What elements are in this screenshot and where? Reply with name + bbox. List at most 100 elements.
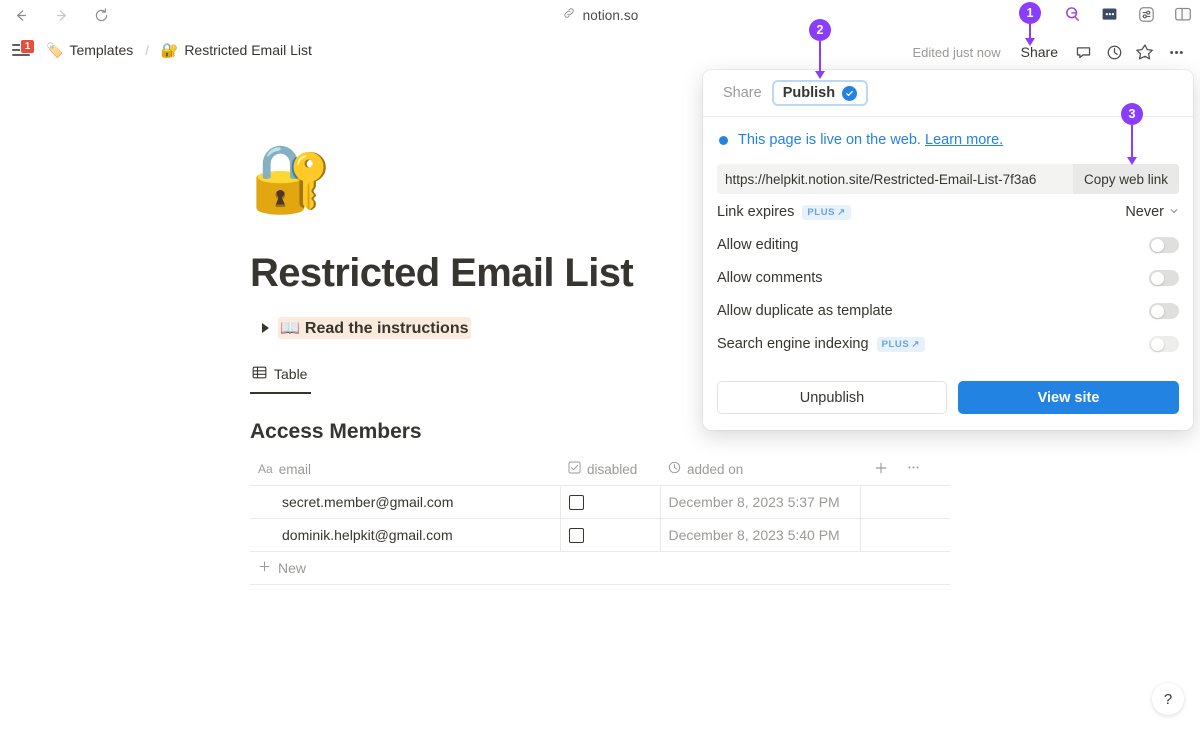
setting-allow-comments[interactable]: Allow comments — [717, 263, 1179, 293]
sidebar-toggle-icon[interactable]: 1 — [12, 39, 35, 60]
unpublish-button[interactable]: Unpublish — [717, 381, 947, 414]
checkbox-type-icon — [568, 461, 581, 477]
breadcrumb-separator: / — [145, 42, 149, 58]
external-link-arrow-icon: ↗ — [911, 338, 920, 350]
toggle-allow-editing[interactable] — [1149, 237, 1179, 253]
history-clock-icon[interactable] — [1100, 38, 1128, 66]
column-header-added-on[interactable]: added on — [660, 454, 860, 486]
favorite-star-icon[interactable] — [1131, 38, 1159, 66]
publish-status-row: This page is live on the web. Learn more… — [719, 132, 1179, 148]
tag-emoji-icon: 🏷️ — [46, 42, 64, 58]
setting-text-link-expires: Link expires — [717, 204, 795, 220]
cell-email[interactable]: secret.member@gmail.com — [250, 485, 561, 519]
annotation-number-2: 2 — [809, 19, 831, 41]
checkbox-unchecked-icon[interactable] — [568, 494, 584, 510]
cell-added-on[interactable]: December 8, 2023 5:40 PM — [660, 518, 861, 552]
toggle-knob — [1150, 238, 1164, 252]
new-row-button[interactable]: New — [250, 552, 950, 585]
cell-empty — [860, 518, 950, 552]
grammarly-extension-icon[interactable] — [1061, 3, 1083, 25]
sidebar-notification-badge: 1 — [20, 39, 35, 54]
column-label-added-on: added on — [687, 461, 744, 477]
site-url-input[interactable] — [717, 164, 1073, 194]
annotation-1: 1 — [1019, 2, 1041, 46]
view-site-button[interactable]: View site — [958, 381, 1179, 414]
copy-web-link-button[interactable]: Copy web link — [1072, 164, 1179, 194]
table-row[interactable]: secret.member@gmail.com December 8, 2023… — [250, 485, 950, 519]
plus-badge-label: PLUS — [807, 206, 836, 218]
setting-allow-editing[interactable]: Allow editing — [717, 230, 1179, 260]
publish-tab-label: Publish — [782, 85, 836, 101]
setting-search-engine-indexing[interactable]: Search engine indexing PLUS ↗ — [717, 329, 1179, 359]
cell-disabled[interactable] — [560, 518, 661, 552]
learn-more-link[interactable]: Learn more. — [925, 132, 1003, 148]
breadcrumb: 1 🏷️ Templates / 🔐 Restricted Email List — [12, 39, 316, 60]
cell-email[interactable]: dominik.helpkit@gmail.com — [250, 518, 561, 552]
date-type-icon — [668, 461, 681, 477]
annotation-number-3: 3 — [1121, 103, 1143, 125]
sidebar-panel-icon[interactable] — [1172, 3, 1194, 25]
share-publish-popover: Share Publish This page is live on the w… — [703, 70, 1193, 430]
breadcrumb-label-templates: Templates — [69, 42, 134, 58]
annotation-arrow-down-icon — [809, 41, 831, 79]
setting-label-search-indexing: Search engine indexing PLUS ↗ — [717, 336, 925, 352]
column-header-disabled[interactable]: disabled — [560, 454, 660, 486]
toggle-allow-duplicate[interactable] — [1149, 303, 1179, 319]
dots-extension-icon[interactable] — [1098, 3, 1120, 25]
share-tab[interactable]: Share — [717, 81, 768, 105]
live-status-dot-icon — [719, 135, 728, 145]
cell-added-on[interactable]: December 8, 2023 5:37 PM — [660, 485, 861, 519]
lock-emoji-icon: 🔐 — [160, 42, 179, 58]
breadcrumb-item-templates[interactable]: 🏷️ Templates — [42, 40, 137, 60]
topbar-actions: Edited just now Share — [912, 38, 1190, 66]
setting-label-link-expires: Link expires PLUS ↗ — [717, 204, 851, 220]
cell-empty — [860, 485, 950, 519]
breadcrumb-label-current-page: Restricted Email List — [184, 42, 312, 58]
more-options-icon[interactable] — [1162, 38, 1190, 66]
url-text: notion.so — [582, 7, 639, 23]
toggle-knob — [1150, 271, 1164, 285]
access-members-table: Aa email disabled added on secret.member… — [250, 454, 950, 552]
plus-icon[interactable] — [874, 461, 888, 478]
toggle-search-indexing[interactable] — [1149, 336, 1179, 352]
edited-status: Edited just now — [912, 44, 1001, 60]
toggle-allow-comments[interactable] — [1149, 270, 1179, 286]
annotation-arrow-down-icon — [1019, 24, 1041, 46]
external-link-arrow-icon: ↗ — [837, 206, 846, 218]
browser-extension-icons — [1061, 3, 1194, 25]
popover-tabs: Share Publish — [703, 70, 1193, 117]
setting-allow-duplicate-as-template[interactable]: Allow duplicate as template — [717, 296, 1179, 326]
checkbox-unchecked-icon[interactable] — [568, 527, 584, 543]
tab-table-label: Table — [274, 366, 308, 382]
setting-link-expires[interactable]: Link expires PLUS ↗ Never — [717, 197, 1179, 227]
popover-body: This page is live on the web. Learn more… — [703, 117, 1193, 371]
tab-table[interactable]: Table — [250, 361, 312, 394]
link-expires-select[interactable]: Never — [1125, 204, 1179, 220]
column-label-disabled: disabled — [587, 461, 638, 477]
publish-tab[interactable]: Publish — [771, 80, 869, 106]
table-icon — [252, 365, 267, 383]
more-options-icon[interactable] — [906, 460, 921, 478]
comment-icon[interactable] — [1069, 38, 1097, 66]
column-header-email[interactable]: Aa email — [250, 454, 560, 486]
settings-extension-icon[interactable] — [1135, 3, 1157, 25]
check-circle-icon — [842, 85, 858, 101]
plus-badge[interactable]: PLUS ↗ — [802, 204, 851, 220]
setting-label-allow-comments: Allow comments — [717, 270, 823, 286]
table-row[interactable]: dominik.helpkit@gmail.com December 8, 20… — [250, 518, 950, 552]
annotation-number-1: 1 — [1019, 2, 1041, 24]
breadcrumb-item-current-page[interactable]: 🔐 Restricted Email List — [157, 40, 316, 60]
popover-footer: Unpublish View site — [703, 371, 1193, 430]
help-button[interactable]: ? — [1152, 683, 1184, 715]
plus-badge-label: PLUS — [881, 338, 910, 350]
cell-disabled[interactable] — [560, 485, 661, 519]
site-url-row: Copy web link — [717, 164, 1179, 194]
table-header-actions — [860, 454, 950, 486]
toggle-knob — [1150, 304, 1164, 318]
publish-status-text: This page is live on the web. Learn more… — [738, 132, 1003, 148]
plus-badge[interactable]: PLUS ↗ — [876, 336, 925, 352]
column-label-email: email — [278, 461, 311, 477]
toggle-knob — [1150, 337, 1164, 351]
chevron-down-icon — [1169, 206, 1179, 219]
chevron-right-icon[interactable] — [262, 323, 269, 333]
